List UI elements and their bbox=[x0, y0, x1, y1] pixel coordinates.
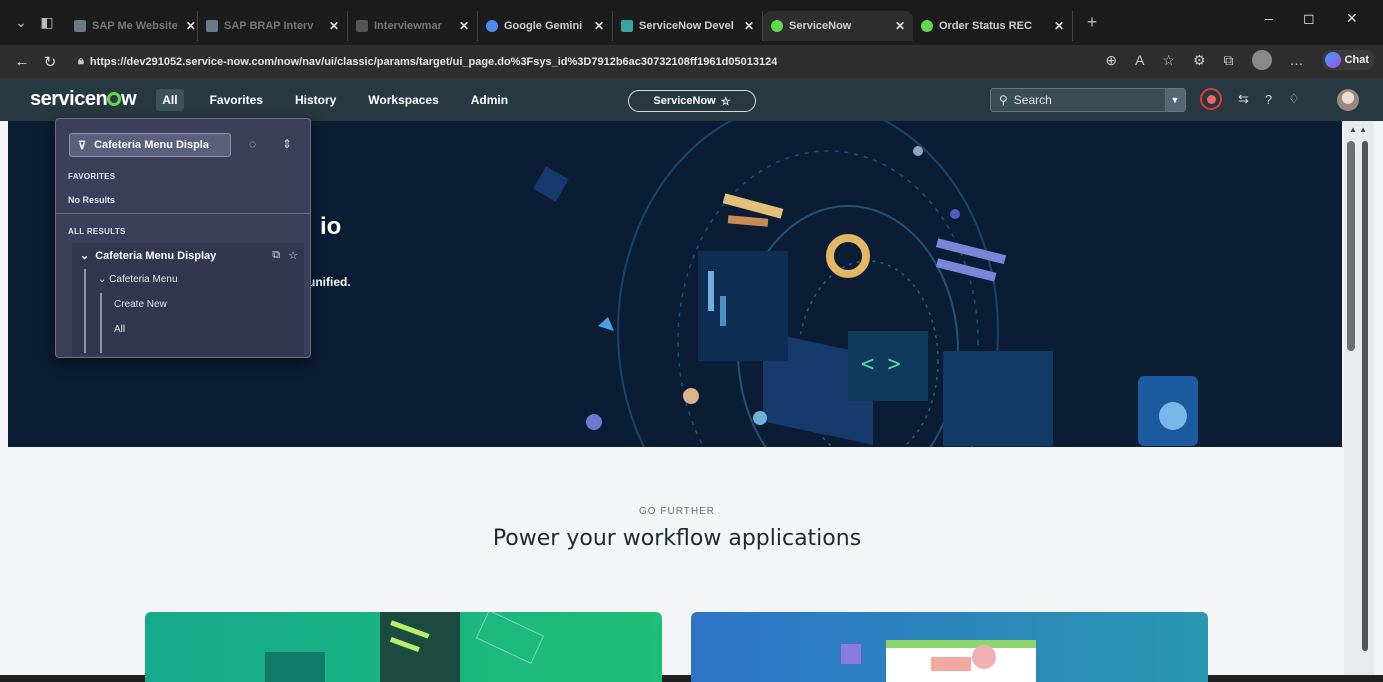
lock-icon: 🔒︎ bbox=[78, 55, 84, 67]
menu-history[interactable]: History bbox=[289, 89, 342, 111]
scroll-up-arrow-icon[interactable]: ▲ ▲ bbox=[1346, 125, 1370, 135]
search-icon: ⚲ bbox=[999, 93, 1008, 107]
tab-close-icon[interactable]: ✕ bbox=[178, 19, 196, 33]
logo-o-icon bbox=[107, 92, 122, 106]
navigator-filter-input[interactable]: ⊽ Cafeteria Menu Displa bbox=[69, 133, 231, 157]
servicenow-header: servicen w All Favorites History Workspac… bbox=[0, 78, 1383, 121]
iframe-scrollbar-thumb[interactable] bbox=[1347, 141, 1355, 351]
servicenow-favicon-icon bbox=[771, 19, 783, 32]
more-options-icon[interactable]: … bbox=[1290, 52, 1304, 68]
hero-subtitle: unified. bbox=[308, 275, 351, 289]
chevron-down-icon: ⌄ bbox=[98, 274, 110, 285]
favorite-star-icon[interactable]: ☆ bbox=[288, 249, 298, 262]
back-arrow-icon[interactable]: ← bbox=[8, 53, 36, 70]
copilot-icon bbox=[1324, 52, 1341, 68]
nav-item-cafeteria-menu[interactable]: ⌄ Cafeteria Menu bbox=[98, 274, 178, 285]
pin-menu-icon[interactable]: ⇕ bbox=[282, 137, 292, 151]
favorites-section-label: FAVORITES bbox=[68, 172, 116, 181]
favorite-star-icon[interactable]: ☆ bbox=[1162, 52, 1175, 69]
browser-tab[interactable]: Google Gemini ✕ bbox=[478, 10, 613, 41]
profile-avatar[interactable] bbox=[1251, 50, 1272, 70]
extensions-icon[interactable]: ⚙ bbox=[1193, 52, 1206, 69]
divider bbox=[56, 213, 310, 214]
help-icon[interactable]: ? bbox=[1265, 92, 1272, 107]
global-search-input[interactable]: ⚲ Search ▼ bbox=[990, 88, 1186, 112]
tab-favicon-icon bbox=[356, 19, 368, 32]
browser-tab-bar: ⌄ ◧ SAP Me Website ✕ SAP BRAP Interv ✕ I… bbox=[0, 0, 1383, 45]
filter-icon: ⊽ bbox=[78, 139, 87, 152]
tab-close-icon[interactable]: ✕ bbox=[321, 19, 339, 33]
page-scrollbar-thumb[interactable] bbox=[1362, 141, 1368, 651]
minimize-icon[interactable]: – bbox=[1265, 10, 1273, 26]
browser-tab[interactable]: SAP BRAP Interv ✕ bbox=[198, 10, 348, 41]
address-bar-tools: ⊕ A ☆ ⚙ ⧉ … Chat bbox=[1105, 50, 1375, 70]
nav-item-all[interactable]: All bbox=[114, 324, 125, 335]
copilot-button[interactable]: Chat bbox=[1321, 50, 1375, 70]
result-group-header[interactable]: ⌄ Cafeteria Menu Display bbox=[80, 249, 216, 263]
tree-line bbox=[100, 293, 102, 353]
servicenow-dev-favicon-icon bbox=[621, 19, 633, 32]
user-avatar[interactable] bbox=[1337, 89, 1359, 111]
chevron-down-icon: ⌄ bbox=[80, 250, 90, 262]
clear-filter-icon[interactable]: ◌ bbox=[249, 137, 256, 151]
main-menu: All Favorites History Workspaces Admin bbox=[156, 88, 514, 111]
close-window-icon[interactable]: ✕ bbox=[1346, 10, 1358, 27]
svg-text:< >: < > bbox=[861, 352, 901, 377]
tab-close-icon[interactable]: ✕ bbox=[586, 19, 604, 33]
browser-tab[interactable]: ServiceNow Devel ✕ bbox=[613, 10, 763, 41]
chat-icon[interactable]: ⇆ bbox=[1238, 91, 1249, 107]
collections-icon[interactable]: ⧉ bbox=[1224, 52, 1234, 69]
menu-all[interactable]: All bbox=[156, 88, 184, 111]
header-tools: ⇆ ? ♢ bbox=[1200, 88, 1300, 110]
tab-close-icon[interactable]: ✕ bbox=[887, 19, 905, 33]
notifications-bell-icon[interactable]: ♢ bbox=[1288, 91, 1300, 107]
browser-tab[interactable]: SAP Me Website ✕ bbox=[66, 10, 198, 41]
feature-card-green[interactable] bbox=[145, 612, 662, 682]
new-tab-button[interactable]: + bbox=[1079, 10, 1105, 36]
card-illustration bbox=[265, 612, 545, 682]
feature-card-blue[interactable] bbox=[691, 612, 1208, 682]
servicenow-favicon-icon bbox=[921, 19, 933, 32]
menu-admin[interactable]: Admin bbox=[465, 89, 514, 111]
section-title: Power your workflow applications bbox=[492, 526, 862, 551]
record-icon[interactable] bbox=[1200, 88, 1222, 110]
open-new-tab-icon[interactable]: ⧉ bbox=[272, 249, 280, 262]
zoom-icon[interactable]: ⊕ bbox=[1105, 52, 1117, 69]
all-results-section-label: ALL RESULTS bbox=[68, 227, 126, 236]
workspaces-icon[interactable]: ◧ bbox=[34, 10, 60, 36]
result-group-actions: ⧉ ☆ bbox=[272, 249, 298, 262]
hero-title: io bbox=[320, 213, 342, 240]
tab-close-icon[interactable]: ✕ bbox=[736, 19, 754, 33]
browser-tab[interactable]: Order Status REC ✕ bbox=[913, 10, 1073, 41]
servicenow-logo[interactable]: servicen w bbox=[30, 88, 137, 111]
browser-tab-active[interactable]: ServiceNow ✕ bbox=[763, 10, 913, 41]
tab-favicon-icon bbox=[74, 19, 86, 32]
address-bar: ← ↻ 🔒︎ https://dev291052.service-now.com… bbox=[0, 45, 1383, 78]
all-menu-panel: ⊽ Cafeteria Menu Displa ◌ ⇕ FAVORITES No… bbox=[55, 118, 311, 358]
tree-line bbox=[84, 269, 86, 353]
tab-actions-chevron-icon[interactable]: ⌄ bbox=[8, 10, 34, 36]
browser-tab[interactable]: Interviewmar ✕ bbox=[348, 10, 478, 41]
application-scope-pill[interactable]: ServiceNow ☆ bbox=[628, 90, 756, 112]
card-illustration bbox=[841, 640, 1036, 682]
star-icon: ☆ bbox=[720, 95, 731, 108]
search-scope-dropdown-icon[interactable]: ▼ bbox=[1165, 89, 1185, 111]
menu-favorites[interactable]: Favorites bbox=[204, 89, 269, 111]
nav-item-create-new[interactable]: Create New bbox=[114, 299, 167, 310]
refresh-icon[interactable]: ↻ bbox=[36, 53, 64, 71]
maximize-icon[interactable]: ◻ bbox=[1303, 10, 1315, 27]
result-group: ⌄ Cafeteria Menu Display ⧉ ☆ ⌄ Cafeteria… bbox=[72, 243, 304, 355]
no-results-text: No Results bbox=[68, 195, 116, 205]
gemini-favicon-icon bbox=[486, 19, 498, 32]
section-eyebrow: GO FURTHER bbox=[639, 506, 715, 517]
tab-close-icon[interactable]: ✕ bbox=[1046, 19, 1064, 33]
read-aloud-icon[interactable]: A bbox=[1135, 52, 1144, 68]
menu-workspaces[interactable]: Workspaces bbox=[362, 89, 444, 111]
url-field[interactable]: 🔒︎ https://dev291052.service-now.com/now… bbox=[72, 50, 932, 74]
tab-close-icon[interactable]: ✕ bbox=[451, 19, 469, 33]
tab-favicon-icon bbox=[206, 19, 218, 32]
